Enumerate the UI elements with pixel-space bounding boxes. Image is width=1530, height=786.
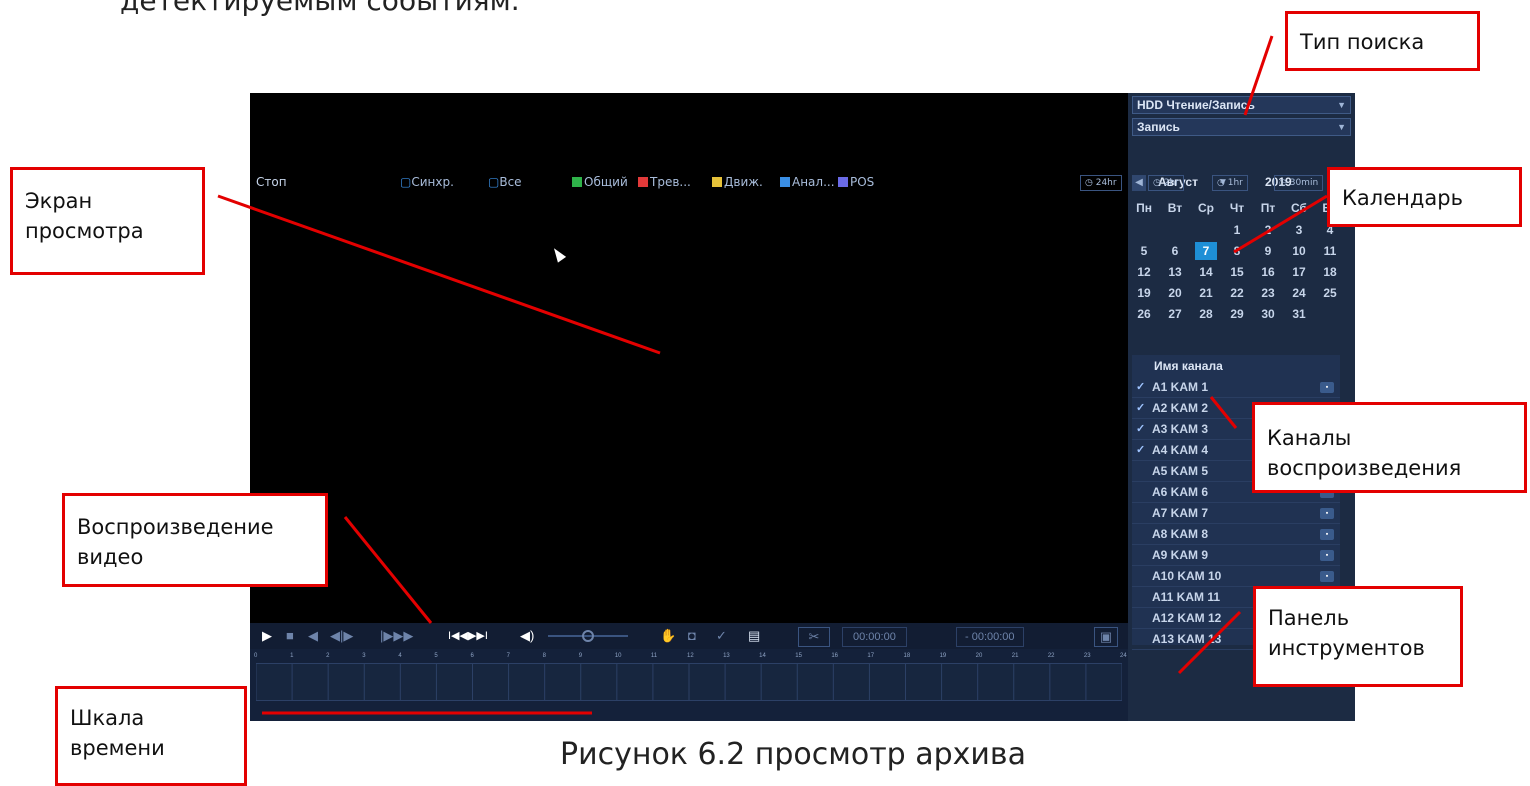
leader-line-viewer	[217, 194, 661, 355]
callout-leader-lines	[217, 35, 1328, 715]
leader-line-calendar	[1233, 194, 1328, 254]
leader-line-search-type	[1243, 35, 1274, 116]
leader-line-playback	[343, 516, 433, 624]
figure-caption: Рисунок 6.2 просмотр архива	[560, 737, 1026, 772]
leader-line-channels	[1209, 396, 1238, 429]
leader-line-toolbar	[1177, 610, 1242, 675]
